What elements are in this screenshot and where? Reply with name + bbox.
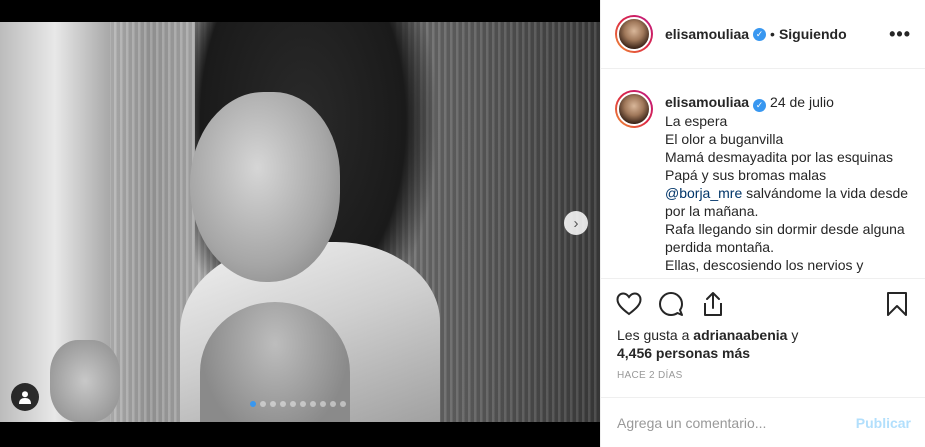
caption-text: salvándome la vida desde (742, 184, 909, 201)
comment-input[interactable]: Agrega un comentario... (617, 415, 766, 431)
photo-face (190, 92, 340, 282)
caption: elisamouliaa ✓ 24 de julio La espera El ol… (601, 69, 925, 279)
caption-username[interactable]: elisamouliaa (665, 94, 749, 110)
carousel-dot (330, 401, 336, 407)
post-photo[interactable] (0, 22, 600, 422)
carousel-dot (270, 401, 276, 407)
post-media: › (0, 0, 600, 447)
carousel-dot (260, 401, 266, 407)
carousel-next-button[interactable]: › (564, 211, 588, 235)
post-sidebar: elisamouliaa ✓ • Siguiendo ••• elisamoul… (600, 0, 925, 447)
caption-line: Rafa llegando sin dormir desde alguna (665, 220, 905, 237)
like-button[interactable] (615, 290, 643, 318)
carousel-dot (310, 401, 316, 407)
likes-user-link[interactable]: adrianaabenia (693, 327, 787, 343)
more-icon[interactable]: ••• (889, 24, 911, 45)
caption-avatar[interactable] (615, 90, 653, 128)
carousel-dot (250, 401, 256, 407)
save-button[interactable] (883, 290, 911, 318)
verified-icon: ✓ (753, 27, 767, 41)
caption-line: La espera (665, 112, 728, 129)
caption-line: Papá y sus bromas malas (665, 166, 827, 183)
likes-mid: y (787, 327, 799, 343)
share-icon (704, 292, 722, 316)
share-button[interactable] (699, 290, 727, 318)
caption-body: elisamouliaa ✓ 24 de julio La espera El ol… (665, 90, 908, 278)
follow-status-button[interactable]: Siguiendo (779, 26, 847, 42)
action-bar (615, 288, 911, 320)
header-separator: • (770, 26, 775, 42)
bookmark-icon (887, 292, 907, 316)
caption-line: Ellas, descosiendo los nervios y (665, 256, 864, 273)
heart-icon (616, 292, 642, 316)
likes-prefix: Les gusta a (617, 327, 694, 343)
caption-line-mention: @borja_mre salvándome la vida desde (665, 184, 908, 202)
post-header: elisamouliaa ✓ • Siguiendo ••• (601, 0, 925, 69)
carousel-dot (300, 401, 306, 407)
caption-line: perdida montaña. (665, 238, 774, 255)
carousel-dot (290, 401, 296, 407)
photo-hand (50, 340, 120, 422)
caption-line: por la mañana. (665, 202, 759, 219)
mention-link[interactable]: @borja_mre (665, 185, 742, 201)
comment-icon (659, 292, 683, 316)
comment-button[interactable] (657, 290, 685, 318)
post-date: 24 de julio (770, 94, 834, 110)
header-username[interactable]: elisamouliaa (665, 26, 749, 42)
chevron-right-icon: › (573, 214, 579, 232)
carousel-dot (320, 401, 326, 407)
post-timestamp[interactable]: HACE 2 DÍAS (617, 370, 683, 381)
comment-form: Agrega un comentario... Publicar (601, 397, 925, 447)
avatar[interactable] (615, 15, 653, 53)
likes-summary: Les gusta a adrianaabenia y 4,456 person… (617, 326, 911, 362)
user-tag-icon (19, 391, 31, 404)
carousel-dot (340, 401, 346, 407)
carousel-indicator (250, 401, 346, 407)
caption-line: Mamá desmayadita por las esquinas (665, 148, 894, 165)
likes-count-link[interactable]: 4,456 personas más (617, 345, 750, 361)
publish-button[interactable]: Publicar (856, 415, 911, 431)
verified-icon: ✓ (753, 98, 767, 112)
carousel-dot (280, 401, 286, 407)
caption-line: El olor a buganvilla (665, 130, 784, 147)
user-tags-button[interactable] (11, 383, 39, 411)
